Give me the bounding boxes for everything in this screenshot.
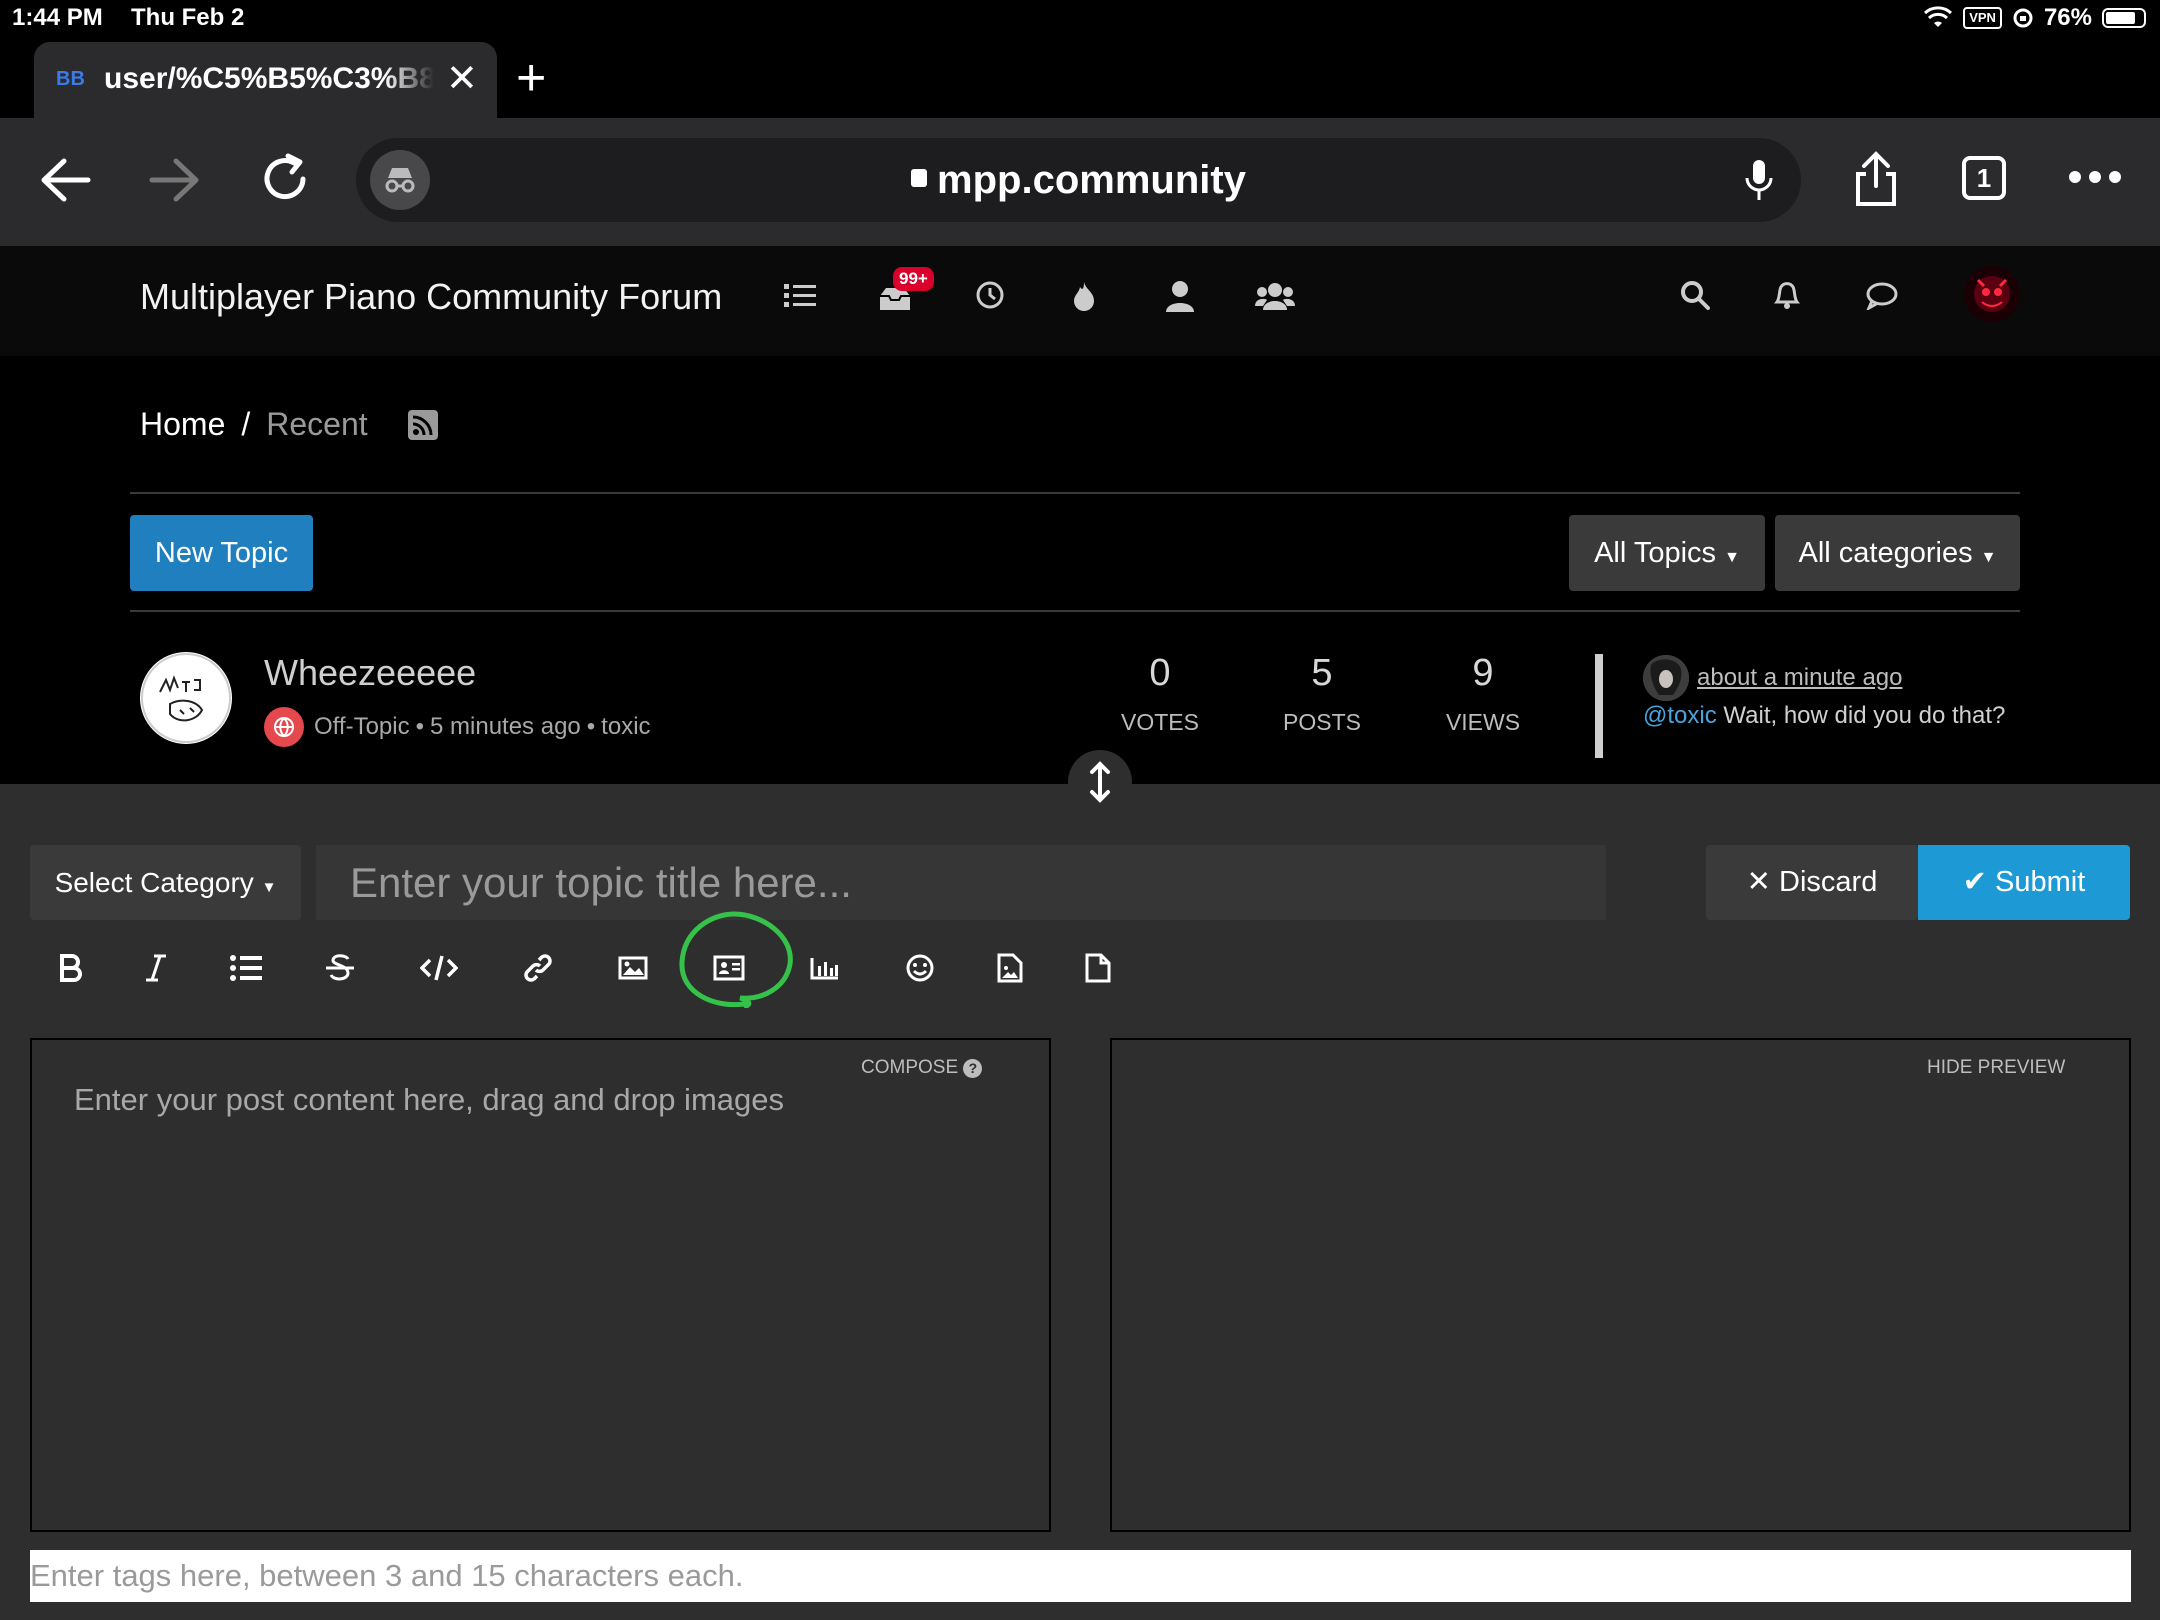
breadcrumb-separator: / — [241, 406, 251, 442]
reload-icon[interactable] — [258, 152, 312, 206]
battery-percent: 76% — [2043, 4, 2092, 31]
address-bar[interactable]: mpp.community — [356, 138, 1801, 222]
posts-count: 5 — [1311, 652, 1333, 694]
status-date: Thu Feb 2 — [131, 4, 245, 31]
user-avatar[interactable] — [1964, 266, 2020, 322]
breadcrumb-current: Recent — [266, 406, 368, 442]
more-icon[interactable] — [2068, 170, 2122, 184]
search-icon[interactable] — [1680, 280, 1710, 310]
forum-brand[interactable]: Multiplayer Piano Community Forum — [140, 276, 722, 318]
composer-resize-handle[interactable] — [1068, 750, 1132, 814]
file-upload-icon[interactable] — [1068, 940, 1128, 996]
close-tab-icon[interactable]: ✕ — [446, 56, 478, 101]
notifications-bell-icon[interactable] — [1773, 280, 1801, 310]
hide-preview-link[interactable]: HIDE PREVIEW — [1927, 1057, 2065, 1079]
views-stat: 9 VIEWS — [1428, 652, 1538, 736]
breadcrumb-home[interactable]: Home — [140, 406, 225, 442]
topic-category[interactable]: Off-Topic — [314, 713, 410, 741]
views-count: 9 — [1472, 652, 1494, 694]
tags-input[interactable] — [30, 1550, 2131, 1602]
share-icon[interactable] — [1852, 150, 1900, 208]
breadcrumb: Home / Recent — [140, 406, 368, 443]
code-icon[interactable] — [409, 940, 469, 996]
votes-count: 0 — [1149, 652, 1171, 694]
vpn-badge: VPN — [1963, 7, 2002, 29]
all-categories-dropdown[interactable]: All categories ▼ — [1775, 515, 2020, 591]
close-icon: ✕ — [1746, 866, 1771, 898]
popular-fire-icon[interactable] — [1072, 280, 1096, 312]
recent-clock-icon[interactable] — [975, 280, 1005, 310]
topic-meta: Off-Topic • 5 minutes ago • toxic — [264, 707, 651, 747]
rotation-lock-icon — [2013, 8, 2033, 28]
list-icon[interactable] — [216, 940, 276, 996]
topic-author-avatar[interactable] — [140, 652, 232, 744]
strikethrough-icon[interactable] — [310, 940, 370, 996]
teaser-divider — [1595, 654, 1603, 758]
status-bar: 1:44 PM Thu Feb 2 VPN 76% — [0, 0, 2160, 40]
divider — [130, 610, 2020, 612]
votes-stat: 0 VOTES — [1105, 652, 1215, 736]
votes-label: VOTES — [1121, 709, 1199, 735]
topic-time: 5 minutes ago — [430, 713, 581, 740]
chart-icon[interactable] — [795, 940, 855, 996]
teaser-mention[interactable]: @toxic — [1643, 702, 1717, 729]
new-tab-button[interactable]: + — [516, 52, 546, 104]
help-icon[interactable]: ? — [963, 1059, 983, 1078]
favicon-icon: BB — [56, 68, 85, 90]
discard-button[interactable]: ✕ Discard — [1706, 845, 1918, 920]
categories-icon[interactable] — [784, 282, 816, 310]
posts-stat: 5 POSTS — [1267, 652, 1377, 736]
bold-icon[interactable] — [40, 940, 100, 996]
topic-tag[interactable]: toxic — [601, 713, 650, 741]
divider — [130, 492, 2020, 494]
compose-label: COMPOSE ? — [861, 1057, 983, 1079]
teaser-time-link[interactable]: about a minute ago — [1697, 664, 1903, 692]
emoji-icon[interactable] — [890, 940, 950, 996]
meta-bullet: • — [415, 713, 424, 740]
topic-title[interactable]: Wheezeeeee — [264, 652, 476, 694]
lock-icon — [911, 169, 928, 188]
status-right: VPN 76% — [1923, 4, 2146, 32]
content-editor[interactable] — [30, 1038, 1051, 1532]
caret-down-icon: ▼ — [261, 879, 277, 896]
image-icon[interactable] — [603, 940, 663, 996]
new-topic-button[interactable]: New Topic — [130, 515, 313, 591]
unread-count-badge: 99+ — [893, 267, 934, 291]
preview-pane — [1110, 1038, 2131, 1532]
link-icon[interactable] — [508, 940, 568, 996]
browser-tab[interactable]: BB user/%C5%B5%C3%B8 ✕ — [34, 42, 497, 118]
image-upload-icon[interactable] — [980, 940, 1040, 996]
status-time: 1:44 PM — [12, 4, 103, 31]
url-text: mpp.community — [356, 138, 1801, 222]
wifi-icon — [1924, 6, 1953, 27]
groups-icon[interactable] — [1255, 282, 1295, 310]
tab-switcher-button[interactable]: 1 — [1962, 156, 2006, 200]
topic-title-input[interactable] — [316, 845, 1606, 920]
annotation-circle — [679, 911, 793, 1008]
views-label: VIEWS — [1445, 709, 1521, 735]
forward-icon[interactable] — [146, 155, 202, 205]
caret-down-icon: ▼ — [1980, 549, 1997, 566]
select-category-dropdown[interactable]: Select Category ▼ — [30, 845, 301, 920]
chat-icon[interactable] — [1866, 282, 1898, 310]
content-textarea[interactable] — [72, 1080, 1016, 1504]
teaser-text: @toxic Wait, how did you do that? — [1643, 702, 2005, 730]
italic-icon[interactable] — [126, 940, 186, 996]
rss-icon[interactable] — [408, 410, 438, 440]
teaser-avatar[interactable] — [1643, 655, 1689, 701]
meta-bullet: • — [586, 713, 596, 740]
all-topics-dropdown[interactable]: All Topics ▼ — [1569, 515, 1765, 591]
submit-button[interactable]: ✔ Submit — [1918, 845, 2130, 920]
teaser-content: Wait, how did you do that? — [1723, 702, 2006, 729]
back-icon[interactable] — [38, 155, 94, 205]
posts-label: POSTS — [1283, 709, 1361, 735]
check-icon: ✔ — [1962, 866, 1987, 898]
microphone-icon[interactable] — [1743, 158, 1775, 202]
tab-title: user/%C5%B5%C3%B8 — [104, 62, 434, 95]
caret-down-icon: ▼ — [1724, 549, 1740, 566]
globe-icon — [264, 707, 304, 747]
users-icon[interactable] — [1165, 280, 1195, 312]
battery-icon — [2102, 8, 2146, 28]
